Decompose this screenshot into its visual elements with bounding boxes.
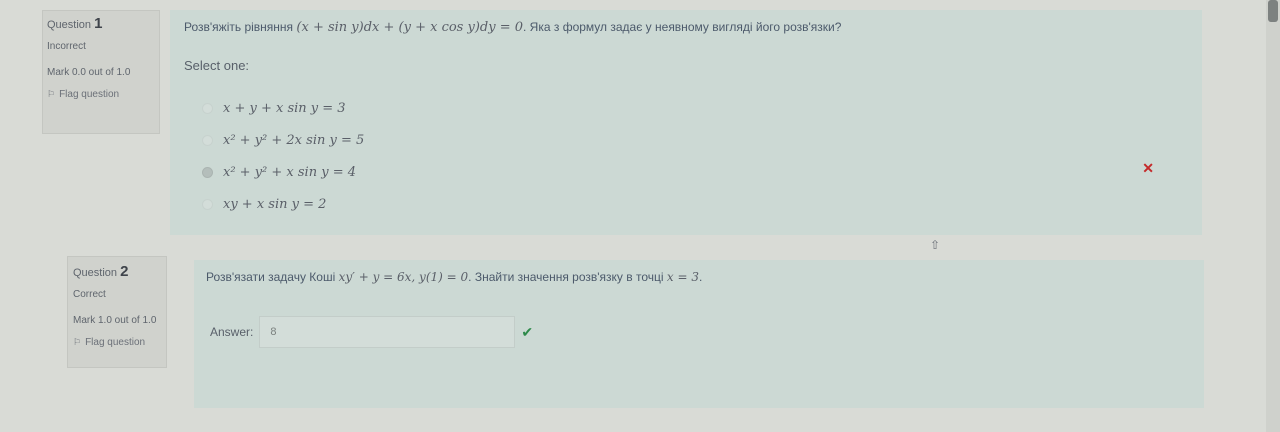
answer-option-3[interactable]: x² + y² + x sin y = 4 xyxy=(202,156,364,188)
answer-input[interactable] xyxy=(259,316,516,348)
flag-label: Flag question xyxy=(85,337,146,348)
scrollbar-thumb[interactable] xyxy=(1268,0,1278,22)
select-one-label: Select one: xyxy=(184,58,250,73)
question-1-state: Incorrect xyxy=(47,41,86,52)
question-2-content: Розв'язати задачу Коші xy′ + y = 6x, y(1… xyxy=(194,260,1204,408)
question-2-text-suffix: . xyxy=(698,270,703,284)
question-number: 1 xyxy=(94,15,103,32)
question-2-info: Question 2 Correct Mark 1.0 out of 1.0 ⚐… xyxy=(67,256,167,368)
question-2-text-middle: . Знайти значення розв'язку в точці xyxy=(468,270,664,284)
radio-button[interactable] xyxy=(202,134,213,146)
option-text: xy + x sin y = 2 xyxy=(223,196,327,212)
question-1-content: Розв'яжіть рівняння (x + sin y)dx + (y +… xyxy=(170,10,1202,235)
flag-label: Flag question xyxy=(59,89,120,100)
flag-icon: ⚐ xyxy=(73,337,82,347)
question-label: Question xyxy=(47,19,92,31)
radio-button-selected[interactable] xyxy=(202,166,213,178)
question-1-text: Розв'яжіть рівняння (x + sin y)dx + (y +… xyxy=(184,20,1188,35)
option-text: x² + y² + x sin y = 4 xyxy=(223,164,356,180)
answer-option-1[interactable]: x + y + x sin y = 3 xyxy=(202,92,364,124)
question-number: 2 xyxy=(120,263,129,280)
correct-check-icon: ✔ xyxy=(521,323,534,340)
option-text: x² + y² + 2x sin y = 5 xyxy=(223,132,365,148)
question-2-point: x = 3 xyxy=(666,270,699,284)
question-2-equation: xy′ + y = 6x, y(1) = 0 xyxy=(338,270,469,284)
question-1-number: Question 1 xyxy=(47,15,155,32)
question-1-equation: (x + sin y)dx + (y + x cos y)dy = 0 xyxy=(296,20,523,35)
scrollbar[interactable] xyxy=(1266,0,1280,432)
incorrect-cross-icon: ✕ xyxy=(1142,160,1154,176)
radio-button[interactable] xyxy=(202,102,213,114)
answer-row: Answer: ✔ xyxy=(210,316,1192,348)
question-2-number: Question 2 xyxy=(73,263,161,280)
question-2-mark: Mark 1.0 out of 1.0 xyxy=(73,315,157,326)
mouse-cursor-icon: ⇧ xyxy=(930,238,941,252)
question-2-state: Correct xyxy=(73,289,106,300)
option-text: x + y + x sin y = 3 xyxy=(223,100,346,116)
question-1-text-prefix: Розв'яжіть рівняння xyxy=(184,20,294,34)
question-2-text: Розв'язати задачу Коші xy′ + y = 6x, y(1… xyxy=(206,270,1192,284)
question-1-info: Question 1 Incorrect Mark 0.0 out of 1.0… xyxy=(42,10,160,134)
answer-label: Answer: xyxy=(210,325,254,339)
answer-option-4[interactable]: xy + x sin y = 2 xyxy=(202,188,364,220)
answer-options: x + y + x sin y = 3 x² + y² + 2x sin y =… xyxy=(202,92,364,220)
flag-question-1-link[interactable]: ⚐ Flag question xyxy=(47,89,155,100)
question-1-mark: Mark 0.0 out of 1.0 xyxy=(47,67,131,78)
flag-question-2-link[interactable]: ⚐ Flag question xyxy=(73,337,161,348)
answer-option-2[interactable]: x² + y² + 2x sin y = 5 xyxy=(202,124,364,156)
flag-icon: ⚐ xyxy=(47,89,56,99)
question-2-text-prefix: Розв'язати задачу Коші xyxy=(206,270,336,284)
question-1-text-suffix: . Яка з формул задає у неявному вигляді … xyxy=(523,20,842,34)
question-label: Question xyxy=(73,267,118,279)
radio-button[interactable] xyxy=(202,198,213,210)
